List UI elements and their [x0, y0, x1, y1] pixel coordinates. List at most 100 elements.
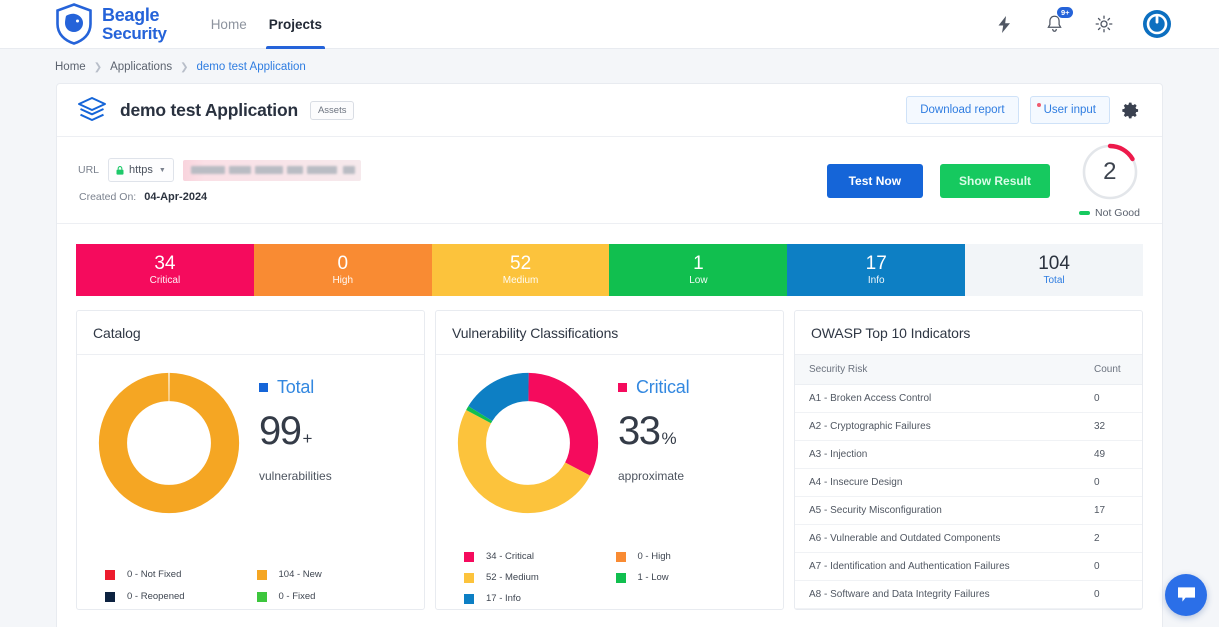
- brand-logo[interactable]: Beagle Security: [55, 3, 167, 45]
- owasp-count-cell: 17: [1080, 496, 1142, 525]
- nav-link-home[interactable]: Home: [200, 0, 258, 49]
- chat-bubble-icon[interactable]: [1165, 574, 1207, 616]
- owasp-col-count: Count: [1080, 355, 1142, 385]
- severity-value: 34: [154, 252, 176, 274]
- catalog-kpi-header: Total: [259, 377, 332, 398]
- legend-swatch: [105, 569, 115, 580]
- gear-icon[interactable]: [1092, 12, 1116, 36]
- table-row[interactable]: A5 - Security Misconfiguration 17: [795, 496, 1142, 525]
- catalog-kpi-sub: vulnerabilities: [259, 469, 332, 483]
- classifications-kpi-value: 33 %: [618, 411, 689, 451]
- owasp-risk-cell: A4 - Insecure Design: [795, 468, 1080, 497]
- vulnerability-classifications-card: Vulnerability Classifications Critical 3…: [435, 310, 784, 610]
- owasp-count-cell: 49: [1080, 440, 1142, 469]
- severity-tile-high[interactable]: 0 High: [253, 244, 432, 296]
- score-caption-label: Not Good: [1095, 207, 1140, 219]
- application-meta-row: URL https ▼ Created On: 04-Apr-2024 Test…: [57, 137, 1162, 224]
- score-caption-swatch: [1079, 211, 1091, 215]
- severity-label: Info: [867, 275, 885, 287]
- breadcrumb-item-home[interactable]: Home: [55, 61, 86, 73]
- legend-label: 104 - New: [278, 569, 322, 580]
- owasp-risk-cell: A1 - Broken Access Control: [795, 384, 1080, 413]
- catalog-card-body: Total 99 + vulnerabilities 0 - Not Fixed: [77, 355, 424, 609]
- nav-link-projects[interactable]: Projects: [258, 0, 333, 49]
- severity-value: 1: [693, 252, 704, 274]
- severity-tile-info[interactable]: 17 Info: [787, 244, 966, 296]
- table-row[interactable]: A4 - Insecure Design 0: [795, 468, 1142, 497]
- catalog-kpi-label: Total: [277, 377, 315, 397]
- owasp-card-body: Security Risk Count A1 - Broken Access C…: [795, 355, 1142, 609]
- protocol-select[interactable]: https ▼: [108, 158, 174, 182]
- severity-label: Critical: [149, 275, 181, 287]
- catalog-card-title: Catalog: [77, 311, 424, 355]
- severity-tile-total[interactable]: 104 Total: [965, 244, 1143, 296]
- legend-label: 17 - Info: [486, 593, 521, 604]
- owasp-risk-cell: A5 - Security Misconfiguration: [795, 496, 1080, 525]
- severity-tile-critical[interactable]: 34 Critical: [76, 244, 254, 296]
- catalog-kpi-value: 99 +: [259, 411, 332, 451]
- catalog-kpi-number: 99: [259, 409, 302, 453]
- legend-swatch: [256, 569, 267, 580]
- bolt-icon[interactable]: [992, 12, 1016, 36]
- catalog-chart-row: Total 99 + vulnerabilities: [77, 369, 424, 517]
- classifications-card-title: Vulnerability Classifications: [436, 311, 783, 355]
- page-title: demo test Application: [120, 99, 298, 120]
- bell-icon[interactable]: 9+: [1042, 7, 1073, 36]
- severity-tile-medium[interactable]: 52 Medium: [431, 244, 610, 296]
- assets-badge[interactable]: Assets: [309, 100, 355, 120]
- breadcrumb-separator-icon: ❯: [180, 61, 189, 73]
- catalog-kpi-swatch: [259, 383, 268, 392]
- severity-label: High: [332, 275, 354, 287]
- meta-actions: Test Now Show Result 2 Not Good: [826, 142, 1140, 219]
- classifications-chart-row: Critical 33 % approximate: [436, 369, 783, 517]
- table-row[interactable]: A2 - Cryptographic Failures 32: [795, 412, 1142, 441]
- user-avatar-icon[interactable]: [1142, 9, 1172, 39]
- legend-swatch: [615, 551, 626, 562]
- owasp-risk-cell: A3 - Injection: [795, 440, 1080, 469]
- legend-item: 52 - Medium: [464, 572, 616, 583]
- severity-summary-section: 34 Critical 0 High 52 Medium 1 Low 17 In…: [57, 224, 1162, 296]
- owasp-risk-cell: A6 - Vulnerable and Outdated Components: [795, 524, 1080, 553]
- owasp-table: Security Risk Count A1 - Broken Access C…: [795, 355, 1142, 609]
- application-header: demo test Application Assets Download re…: [57, 84, 1162, 137]
- legend-label: 52 - Medium: [486, 572, 539, 583]
- score-caption: Not Good: [1079, 207, 1140, 219]
- severity-value: 0: [337, 252, 349, 274]
- score-ring: 2: [1080, 142, 1140, 202]
- owasp-count-cell: 0: [1080, 608, 1142, 609]
- settings-gear-icon[interactable]: [1121, 101, 1140, 120]
- legend-swatch: [105, 591, 115, 602]
- severity-tile-low[interactable]: 1 Low: [609, 244, 788, 296]
- legend-label: 0 - High: [637, 551, 671, 562]
- show-result-button[interactable]: Show Result: [940, 163, 1051, 198]
- classifications-kpi-suffix: %: [661, 429, 677, 448]
- beagle-shield-icon: [56, 3, 92, 45]
- table-row[interactable]: A6 - Vulnerable and Outdated Components …: [795, 524, 1142, 553]
- owasp-count-cell: 32: [1080, 412, 1142, 441]
- legend-swatch: [464, 593, 474, 604]
- test-now-button[interactable]: Test Now: [826, 163, 924, 198]
- lock-icon: [116, 165, 124, 175]
- table-row[interactable]: A9 - Security Logging and Monitoring Fai…: [795, 608, 1142, 609]
- owasp-risk-cell: A9 - Security Logging and Monitoring Fai…: [795, 608, 1080, 609]
- url-input[interactable]: [182, 159, 361, 181]
- table-row[interactable]: A3 - Injection 49: [795, 440, 1142, 469]
- table-row[interactable]: A1 - Broken Access Control 0: [795, 384, 1142, 413]
- download-report-button[interactable]: Download report: [906, 96, 1019, 124]
- table-row[interactable]: A7 - Identification and Authentication F…: [795, 552, 1142, 581]
- brand-line2: Security: [102, 23, 167, 43]
- breadcrumb-item-applications[interactable]: Applications: [110, 61, 172, 73]
- legend-label: 1 - Low: [637, 572, 669, 583]
- user-input-button[interactable]: User input: [1029, 96, 1110, 124]
- owasp-top10-card: OWASP Top 10 Indicators Security Risk Co…: [794, 310, 1143, 610]
- table-row[interactable]: A8 - Software and Data Integrity Failure…: [795, 580, 1142, 609]
- owasp-count-cell: 0: [1080, 468, 1142, 497]
- url-label: URL: [78, 164, 100, 176]
- breadcrumb-item-current[interactable]: demo test Application: [196, 61, 305, 73]
- severity-value: 104: [1038, 252, 1070, 274]
- created-on-label: Created On:: [79, 191, 137, 203]
- created-on-line: Created On: 04-Apr-2024: [78, 191, 361, 203]
- severity-label: Medium: [502, 275, 539, 287]
- classifications-legend: 34 - Critical 0 - High 52 - Medium 1 - L…: [464, 551, 767, 604]
- legend-label: 0 - Not Fixed: [127, 569, 182, 580]
